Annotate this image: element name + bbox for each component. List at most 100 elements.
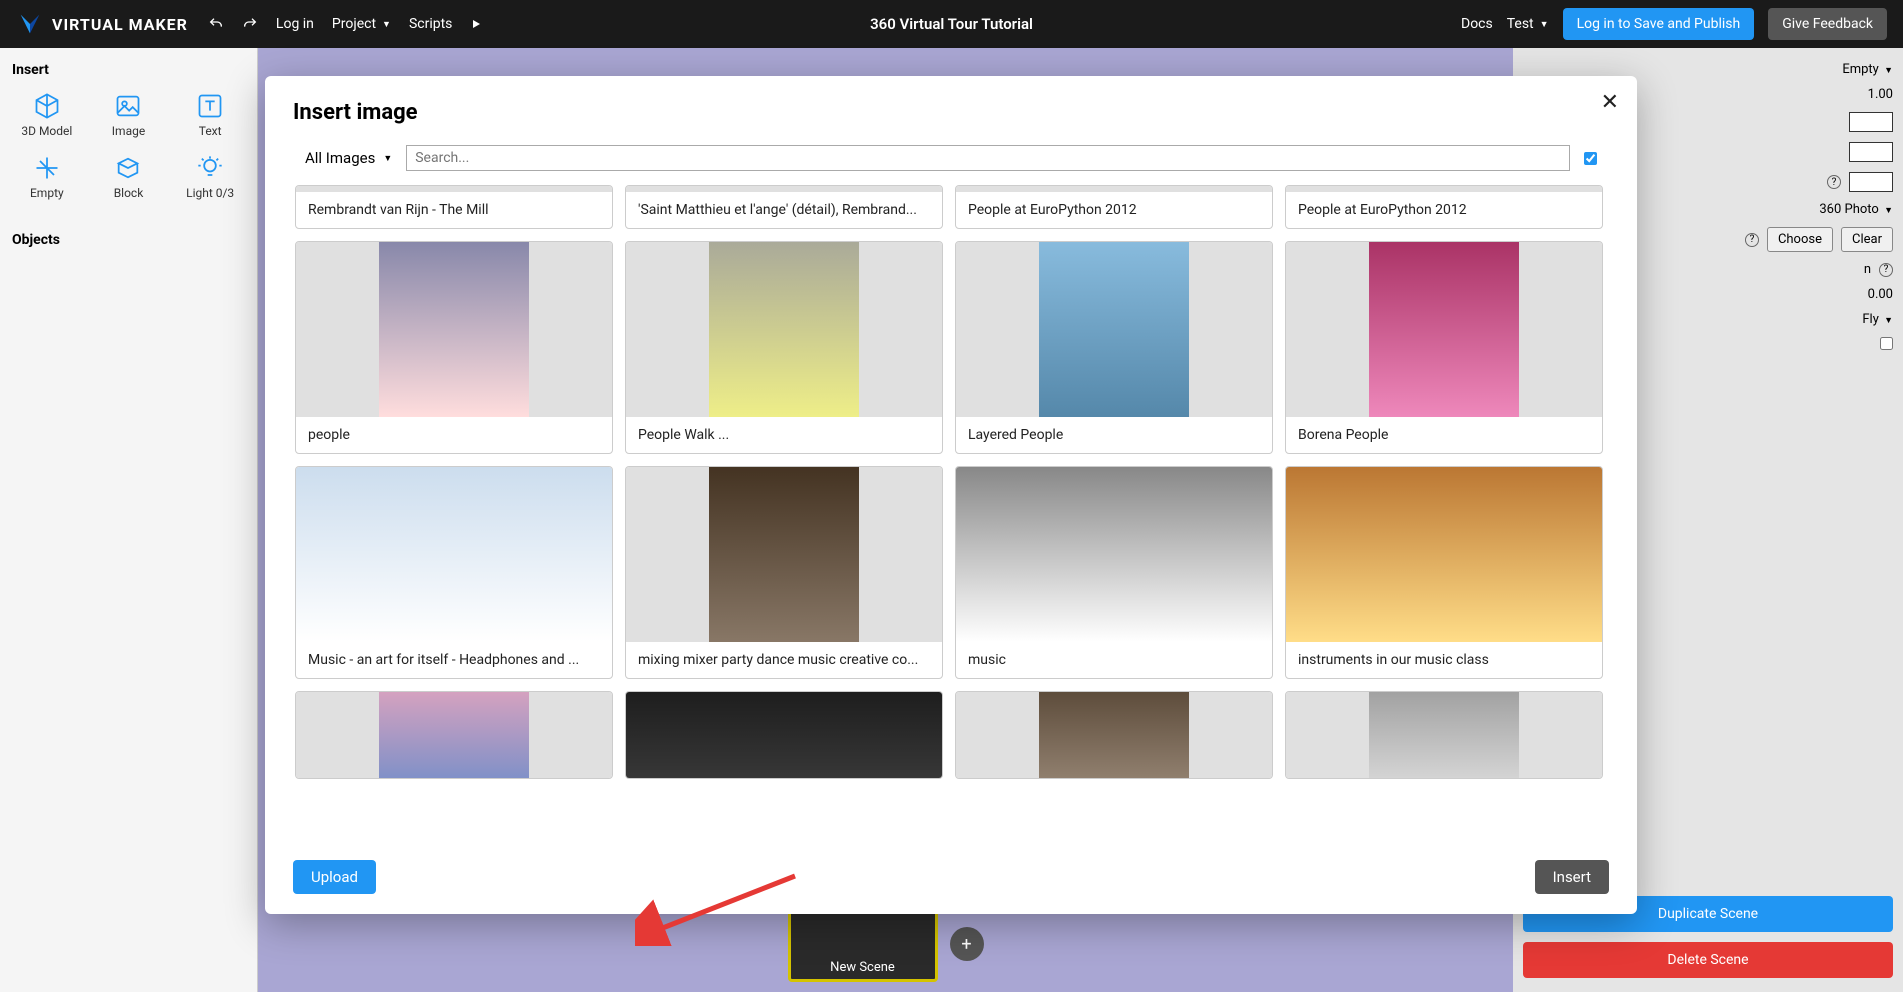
type-dropdown[interactable]: Empty ▼ xyxy=(1842,62,1893,77)
test-menu[interactable]: Test▼ xyxy=(1507,16,1549,32)
image-thumbnail xyxy=(1286,467,1602,642)
image-thumbnail xyxy=(626,692,942,778)
topbar-right-group: Docs Test▼ Log in to Save and Publish Gi… xyxy=(1461,8,1887,40)
search-input[interactable] xyxy=(406,145,1570,171)
scene-thumbnail[interactable]: New Scene xyxy=(788,906,938,982)
upload-button[interactable]: Upload xyxy=(293,860,376,894)
undo-icon xyxy=(208,16,224,32)
info-icon[interactable]: ? xyxy=(1879,263,1893,277)
close-button[interactable]: ✕ xyxy=(1601,90,1619,115)
color-swatch-3[interactable] xyxy=(1849,172,1893,192)
objects-heading: Objects xyxy=(0,218,257,256)
image-card[interactable]: 'Saint Matthieu et l'ange' (détail), Rem… xyxy=(625,185,943,229)
docs-link[interactable]: Docs xyxy=(1461,16,1493,32)
logo-icon xyxy=(16,10,44,38)
image-card[interactable]: Layered People xyxy=(955,241,1273,454)
lightbulb-icon xyxy=(196,154,224,182)
color-swatch-1[interactable] xyxy=(1849,112,1893,132)
project-title: 360 Virtual Tour Tutorial xyxy=(870,15,1033,33)
insert-button[interactable]: Insert xyxy=(1535,860,1609,894)
image-card[interactable] xyxy=(625,691,943,779)
chevron-down-icon: ▼ xyxy=(383,153,392,164)
photo-type-dropdown[interactable]: 360 Photo ▼ xyxy=(1819,202,1893,217)
redo-icon xyxy=(242,16,258,32)
modal-title: Insert image xyxy=(293,100,1609,125)
insert-light[interactable]: Light 0/3 xyxy=(171,148,249,206)
image-card[interactable]: Borena People xyxy=(1285,241,1603,454)
insert-image[interactable]: Image xyxy=(90,86,168,144)
add-scene-button[interactable]: + xyxy=(950,927,984,961)
redo-button[interactable] xyxy=(242,16,258,32)
text-icon xyxy=(196,92,224,120)
image-thumbnail xyxy=(956,692,1272,778)
image-thumbnail xyxy=(956,242,1272,417)
clear-button[interactable]: Clear xyxy=(1841,227,1893,252)
image-gallery[interactable]: Rembrandt van Rijn - The Mill 'Saint Mat… xyxy=(293,185,1609,842)
rotation-value[interactable]: 0.00 xyxy=(1853,287,1893,302)
image-thumbnail xyxy=(1286,242,1602,417)
image-thumbnail xyxy=(296,692,612,778)
project-menu[interactable]: Project▼ xyxy=(332,16,391,32)
insert-image-modal: ✕ Insert image All Images ▼ Rembrandt va… xyxy=(265,76,1637,914)
axes-icon xyxy=(33,154,61,182)
brand-logo[interactable]: VIRTUAL MAKER xyxy=(16,10,188,38)
left-panel: Insert 3D Model Image Text Empty Block L… xyxy=(0,48,258,992)
image-thumbnail xyxy=(296,467,612,642)
image-thumbnail xyxy=(956,467,1272,642)
feedback-button[interactable]: Give Feedback xyxy=(1768,8,1887,40)
color-swatch-2[interactable] xyxy=(1849,142,1893,162)
image-card[interactable]: people xyxy=(295,241,613,454)
chevron-down-icon: ▼ xyxy=(1884,206,1893,216)
block-icon xyxy=(114,154,142,182)
image-thumbnail xyxy=(626,242,942,417)
choose-button[interactable]: Choose xyxy=(1767,227,1833,252)
image-card[interactable]: instruments in our music class xyxy=(1285,466,1603,679)
image-card[interactable]: Rembrandt van Rijn - The Mill xyxy=(295,185,613,229)
filter-checkbox[interactable] xyxy=(1584,152,1597,165)
image-card[interactable]: People at EuroPython 2012 xyxy=(1285,185,1603,229)
insert-empty[interactable]: Empty xyxy=(8,148,86,206)
chevron-down-icon: ▼ xyxy=(1540,19,1549,30)
brand-text: VIRTUAL MAKER xyxy=(52,15,188,34)
image-thumbnail xyxy=(626,467,942,642)
chevron-down-icon: ▼ xyxy=(382,19,391,30)
chevron-down-icon: ▼ xyxy=(1884,316,1893,326)
chevron-down-icon: ▼ xyxy=(1884,66,1893,76)
cube-icon xyxy=(33,92,61,120)
image-thumbnail xyxy=(296,242,612,417)
opacity-value[interactable]: 1.00 xyxy=(1853,87,1893,102)
image-card[interactable]: People at EuroPython 2012 xyxy=(955,185,1273,229)
topbar-left-group: Log in Project▼ Scripts xyxy=(208,16,483,32)
image-card[interactable]: mixing mixer party dance music creative … xyxy=(625,466,943,679)
image-card[interactable]: music xyxy=(955,466,1273,679)
scripts-menu[interactable]: Scripts xyxy=(409,16,452,32)
insert-grid: 3D Model Image Text Empty Block Light 0/… xyxy=(0,86,257,218)
scene-strip: New Scene + xyxy=(788,906,984,982)
fly-dropdown[interactable]: Fly ▼ xyxy=(1862,312,1893,327)
image-thumbnail xyxy=(1286,692,1602,778)
modal-footer: Upload Insert xyxy=(293,842,1609,894)
topbar: VIRTUAL MAKER Log in Project▼ Scripts 36… xyxy=(0,0,1903,48)
login-link[interactable]: Log in xyxy=(276,16,314,32)
play-icon xyxy=(470,18,482,30)
n-label: n xyxy=(1864,262,1871,277)
property-checkbox[interactable] xyxy=(1880,337,1893,350)
insert-text[interactable]: Text xyxy=(171,86,249,144)
play-button[interactable] xyxy=(470,18,482,30)
image-card[interactable] xyxy=(955,691,1273,779)
undo-button[interactable] xyxy=(208,16,224,32)
insert-heading: Insert xyxy=(0,48,257,86)
insert-3d-model[interactable]: 3D Model xyxy=(8,86,86,144)
image-icon xyxy=(114,92,142,120)
modal-filter-bar: All Images ▼ xyxy=(293,145,1609,171)
image-card[interactable] xyxy=(295,691,613,779)
insert-block[interactable]: Block xyxy=(90,148,168,206)
filter-dropdown[interactable]: All Images ▼ xyxy=(305,149,392,167)
info-icon[interactable]: ? xyxy=(1745,233,1759,247)
image-card[interactable] xyxy=(1285,691,1603,779)
info-icon[interactable]: ? xyxy=(1827,175,1841,189)
publish-button[interactable]: Log in to Save and Publish xyxy=(1563,8,1755,40)
delete-scene-button[interactable]: Delete Scene xyxy=(1523,942,1893,978)
image-card[interactable]: People Walk ... xyxy=(625,241,943,454)
image-card[interactable]: Music - an art for itself - Headphones a… xyxy=(295,466,613,679)
